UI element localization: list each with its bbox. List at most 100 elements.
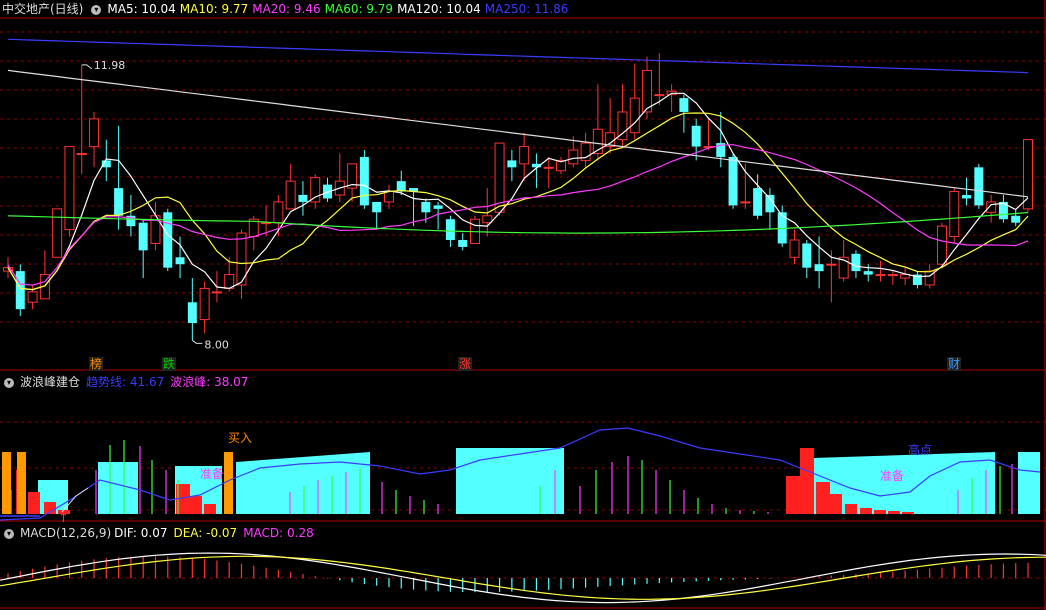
ma120-line <box>7 69 1029 198</box>
candle-body <box>679 98 689 112</box>
candle-body <box>543 166 554 169</box>
ma-legend-item: MA5: 10.04 <box>107 2 176 16</box>
candle-body <box>949 191 960 238</box>
ma-legend-item: MA60: 9.79 <box>324 2 394 16</box>
ma60-line <box>7 211 1029 234</box>
candle-body <box>175 257 185 265</box>
indicator-red-bar <box>888 511 900 514</box>
indicator-red-bar <box>190 496 202 514</box>
candle-body <box>728 156 738 206</box>
chevron-down-icon[interactable]: ▾ <box>91 4 102 15</box>
candle-body <box>187 302 197 324</box>
ma-legend-item: MA120: 10.04 <box>397 2 481 16</box>
ma-legend: MA5: 10.04 MA10: 9.77 MA20: 9.46 MA60: 9.79… <box>107 2 572 16</box>
candle-body <box>482 215 493 224</box>
indicator-orange-bar <box>224 452 233 514</box>
wave-peak-value: 波浪峰: 38.07 <box>170 375 249 389</box>
buy-signal-label: 买入 <box>228 431 253 445</box>
candle-body <box>372 201 382 213</box>
ma-legend-item: MA20: 9.46 <box>252 2 321 16</box>
indicator-block <box>236 452 370 514</box>
candle-body <box>138 222 148 251</box>
candle-body <box>691 125 701 147</box>
candle-body <box>285 180 296 210</box>
event-badge[interactable]: 财 <box>947 357 962 371</box>
ma-legend-item: MA250: 11.86 <box>484 2 569 16</box>
candle-body <box>433 205 443 209</box>
candle-body <box>789 239 800 258</box>
event-badge[interactable]: 涨 <box>458 357 473 371</box>
ma250-line <box>7 38 1029 74</box>
macd-header: ▾ MACD(12,26,9) DIF: 0.07 DEA: -0.07 MACD: 0… <box>2 525 320 541</box>
candle-body <box>875 274 886 277</box>
candle-body <box>359 156 369 206</box>
high-price-label: 11.98 <box>94 59 126 72</box>
high-marker <box>81 64 93 70</box>
candle-body <box>629 97 640 134</box>
candle-body <box>52 208 63 258</box>
candle-body <box>974 167 984 206</box>
candle-body <box>273 201 284 224</box>
arrow-up-icon: ↑ <box>58 511 69 526</box>
candle-body <box>27 291 38 303</box>
indicator-red-bar <box>874 510 886 514</box>
candle-body <box>802 243 812 268</box>
candle-body <box>383 191 394 203</box>
indicator-red-bar <box>800 448 814 514</box>
macd-value: MACD: 0.28 <box>243 526 314 540</box>
candle-body <box>814 264 824 272</box>
indicator-red-bar <box>786 476 800 514</box>
candle-body <box>519 146 530 165</box>
macd-dea-value: DEA: -0.07 <box>173 526 238 540</box>
candle-body <box>310 177 321 203</box>
candle-body <box>298 195 308 202</box>
candle-body <box>15 271 25 310</box>
indicator-red-bar <box>830 494 842 514</box>
main-chart-header: 中交地产(日线) ▾ MA5: 10.04 MA10: 9.77 MA20: 9.46 M… <box>2 1 578 17</box>
candle-body <box>887 274 898 277</box>
indicator-block <box>456 448 564 514</box>
macd-title: MACD(12,26,9) <box>20 526 112 540</box>
candle-body <box>753 188 763 216</box>
chevron-down-icon[interactable]: ▾ <box>4 528 14 539</box>
candle-body <box>199 287 210 321</box>
candle-body <box>114 188 124 216</box>
indicator-red-bar <box>845 504 857 514</box>
prepare-label-2: 准备 <box>880 469 905 483</box>
candle-body <box>863 271 873 275</box>
indicator-title: 波浪峰建仓 <box>20 375 81 389</box>
candle-body <box>211 291 222 294</box>
indicator-red-bar <box>860 508 872 514</box>
event-badge[interactable]: 榜 <box>89 357 104 371</box>
indicator-orange-bar <box>2 452 11 514</box>
chart-canvas[interactable]: 11.98 8.00 <box>0 0 1046 610</box>
macd-dif-value: DIF: 0.07 <box>114 526 168 540</box>
candle-body <box>89 118 100 148</box>
low-price-label: 8.00 <box>204 338 229 351</box>
candle-body <box>421 201 431 213</box>
indicator-red-bar <box>204 504 216 514</box>
candle-body <box>507 160 517 168</box>
peak-tag-label: 高点 <box>908 443 933 457</box>
event-badge[interactable]: 跌 <box>162 357 177 371</box>
indicator-red-bar <box>816 482 830 514</box>
candle-body <box>936 225 947 265</box>
indicator-orange-bar <box>17 452 26 514</box>
candle-body <box>826 263 837 266</box>
candle-body <box>642 69 653 113</box>
candle-body <box>986 201 997 213</box>
moving-average-lines <box>7 38 1029 291</box>
chevron-down-icon[interactable]: ▾ <box>4 377 14 388</box>
indicator-block <box>1018 452 1040 514</box>
candle-body <box>1011 215 1021 223</box>
candle-body <box>654 94 665 97</box>
ma10-line <box>7 112 1029 291</box>
candle-body <box>740 201 751 204</box>
indicator-red-bar <box>902 512 914 514</box>
prepare-label-1: 准备 <box>200 467 225 481</box>
stock-title: 中交地产(日线) <box>2 2 84 16</box>
candle-body <box>962 195 972 199</box>
low-marker <box>192 339 203 344</box>
ma5-line <box>7 92 1029 291</box>
trend-line-value: 趋势线: 41.67 <box>86 375 165 389</box>
